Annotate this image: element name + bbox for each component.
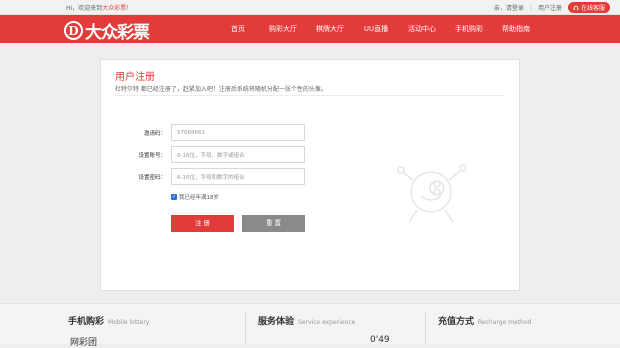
footer-title-recharge: 充值方式 [438, 317, 475, 327]
password-label: 设置密码： [138, 174, 166, 181]
invite-code-input[interactable]: 57068661 [171, 124, 305, 141]
support-label: 在线客服 [580, 5, 605, 12]
welcome-text: Hi，欢迎来到大众彩票！ [66, 3, 132, 12]
password-input[interactable]: 6-16位，字母和数字的组合 [171, 168, 305, 185]
top-bar: Hi，欢迎来到大众彩票！ 亲，请登录 | 用户注册 在线客服 [0, 0, 620, 15]
headset-icon [573, 5, 579, 10]
account-row: 设置账号： 6-16位，字母、数字或组合 [101, 146, 305, 163]
password-row: 设置密码： 6-16位，字母和数字的组合 [101, 168, 305, 185]
account-input[interactable]: 6-16位，字母、数字或组合 [171, 146, 305, 163]
page-title: 用户注册 [115, 72, 155, 83]
footer-subtitle-service: Service experience [298, 319, 356, 326]
footer-title-mobile: 手机购彩 [68, 317, 105, 327]
site-logo[interactable]: D 大众彩票 [64, 18, 150, 43]
footer-divider-1 [245, 312, 246, 344]
footer-subtitle-mobile: Mobile lottery [108, 319, 150, 326]
nav-item-activity-center[interactable]: 活动中心 [398, 15, 446, 43]
footer-service: 服务体验 Service experience [258, 314, 355, 327]
nav-item-help-guide[interactable]: 帮助指南 [492, 15, 540, 43]
footer-title-service: 服务体验 [258, 317, 295, 327]
main-nav: 首页 购彩大厅 棋牌大厅 UU直播 活动中心 手机购彩 帮助指南 [216, 15, 540, 43]
account-label: 设置账号： [138, 152, 166, 159]
logo-mark: D [64, 21, 83, 40]
separator: | [529, 4, 532, 11]
footer-divider-2 [425, 312, 426, 344]
logo-text: 大众彩票 [85, 23, 150, 43]
footer-recharge: 充值方式 Recharge method [438, 314, 531, 327]
divider [115, 95, 505, 96]
footer: 手机购彩 Mobile lottery 服务体验 Service experie… [0, 303, 620, 348]
nav-item-mobile-lottery[interactable]: 手机购彩 [446, 15, 492, 43]
reset-button[interactable]: 重 置 [242, 215, 305, 232]
invite-code-label: 邀请码： [143, 130, 166, 137]
footer-mobile-lottery: 手机购彩 Mobile lottery [68, 314, 149, 327]
footer-partial-mid: 0'49 [370, 335, 390, 345]
main-header: D 大众彩票 首页 购彩大厅 棋牌大厅 UU直播 活动中心 手机购彩 帮助指南 [0, 15, 620, 43]
welcome-brand-link[interactable]: 大众彩票 [102, 5, 126, 12]
welcome-prefix: Hi，欢迎来到 [66, 5, 103, 12]
register-card: 用户注册 杜特尔特 都已经注册了，赶紧加入吧！注册后系统将随机分配一张个性的头像… [100, 59, 520, 291]
register-button[interactable]: 注 册 [171, 215, 234, 232]
footer-partial-left: 网彩团 [70, 338, 98, 348]
nav-item-chess-hall[interactable]: 棋牌大厅 [306, 15, 354, 43]
online-support-button[interactable]: 在线客服 [567, 2, 610, 13]
mascot-illustration [397, 164, 467, 223]
nav-item-uu-live[interactable]: UU直播 [354, 15, 398, 43]
age-checkbox[interactable]: ✓ [171, 194, 177, 200]
register-subtitle: 杜特尔特 都已经注册了，赶紧加入吧！注册后系统将随机分配一张个性的头像。 [115, 86, 327, 93]
invite-code-row: 邀请码： 57068661 [101, 124, 305, 141]
age-agreement-label: 我已经年满18岁 [179, 195, 219, 201]
nav-item-lottery-hall[interactable]: 购彩大厅 [260, 15, 306, 43]
welcome-suffix: ！ [126, 5, 133, 12]
login-link[interactable]: 亲，请登录 [494, 3, 524, 12]
age-agreement: ✓ 我已经年满18岁 [171, 193, 219, 201]
register-link[interactable]: 用户注册 [538, 3, 562, 12]
nav-item-home[interactable]: 首页 [216, 15, 260, 43]
footer-subtitle-recharge: Recharge method [478, 319, 532, 326]
